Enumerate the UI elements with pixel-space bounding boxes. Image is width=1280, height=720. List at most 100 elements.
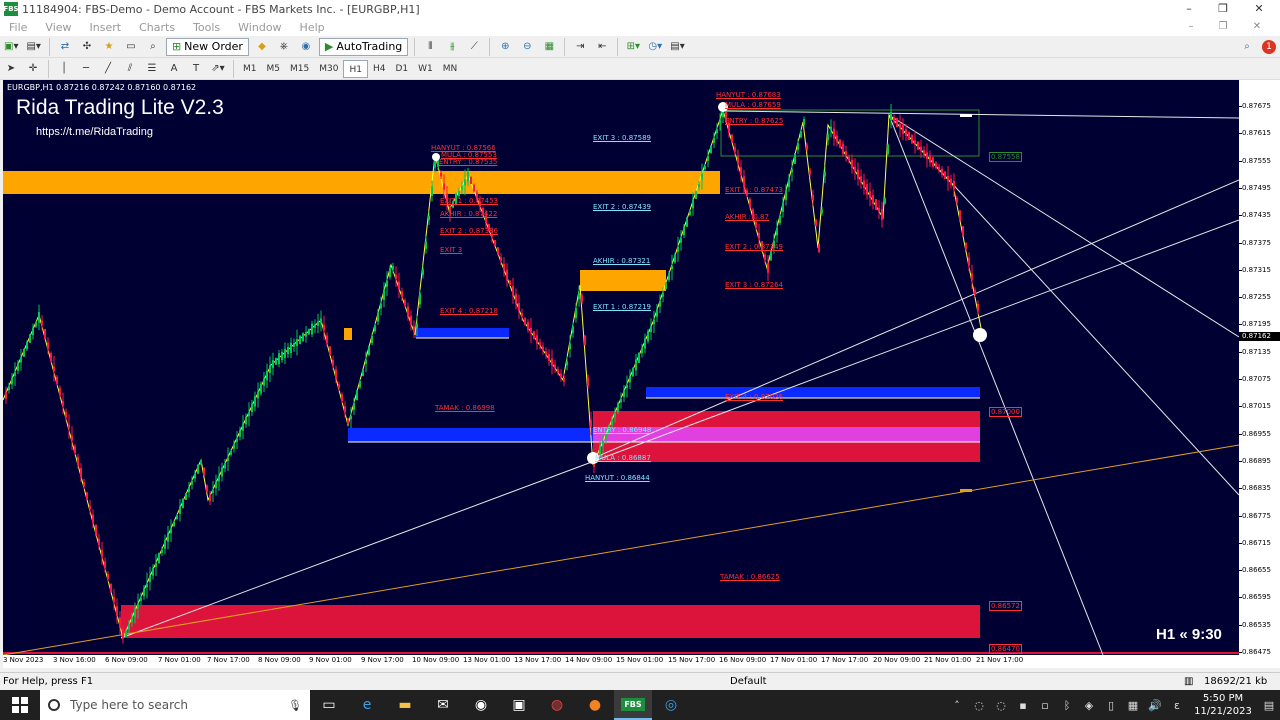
- indicators-icon[interactable]: ⊞▾: [624, 38, 642, 56]
- tf-m15[interactable]: M15: [285, 60, 314, 78]
- market-watch-icon[interactable]: ⇄: [56, 38, 74, 56]
- time-scale[interactable]: 3 Nov 2023 3 Nov 16:00 6 Nov 09:00 7 Nov 01…: [3, 655, 1239, 668]
- zoom-in-icon[interactable]: ⊕: [496, 38, 514, 56]
- price-scale[interactable]: 0.87675 0.87615 0.87555 0.87495 0.87435 0.873…: [1239, 80, 1280, 668]
- other-app-icon[interactable]: ◎: [652, 690, 690, 720]
- tf-h4[interactable]: H4: [368, 60, 391, 78]
- candle-body: [5, 391, 7, 399]
- mdi-restore-icon[interactable]: ❐: [1212, 18, 1234, 36]
- battery-icon[interactable]: ▯: [1100, 699, 1122, 712]
- time-label: 13 Nov 01:00: [463, 656, 511, 664]
- edge-icon[interactable]: e: [348, 690, 386, 720]
- notifications-icon[interactable]: ▤: [1258, 699, 1280, 712]
- candle-body: [611, 419, 613, 426]
- text-icon[interactable]: A: [165, 60, 183, 78]
- channel-icon[interactable]: ⫽: [121, 60, 139, 78]
- menu-file[interactable]: File: [0, 21, 36, 34]
- ea-title: Rida Trading Lite V2.3: [16, 96, 224, 119]
- alerts-icon[interactable]: 1: [1260, 38, 1278, 56]
- line-chart-icon[interactable]: ⟋: [465, 38, 483, 56]
- candle-body: [767, 263, 769, 273]
- chart-canvas[interactable]: EURGBP,H1 0.87216 0.87242 0.87160 0.8716…: [3, 80, 1239, 668]
- periods-icon[interactable]: ◷▾: [646, 38, 664, 56]
- candle-body: [971, 273, 973, 281]
- orange-app-icon[interactable]: ●: [576, 690, 614, 720]
- tf-d1[interactable]: D1: [390, 60, 413, 78]
- time-label: 15 Nov 17:00: [668, 656, 716, 664]
- text-label-icon[interactable]: T: [187, 60, 205, 78]
- candle-body: [950, 178, 952, 185]
- microphone-icon[interactable]: 🎙: [288, 699, 302, 712]
- candle-body: [110, 583, 112, 593]
- cursor-icon[interactable]: ➤: [2, 60, 20, 78]
- clock-time: 5:50 PM: [1202, 693, 1244, 704]
- crosshair-icon[interactable]: ✛: [24, 60, 42, 78]
- search-icon[interactable]: ⌕: [1238, 38, 1256, 56]
- taskbar-search[interactable]: Type here to search 🎙: [40, 690, 310, 720]
- mdi-minimize-icon[interactable]: –: [1180, 18, 1202, 36]
- tf-w1[interactable]: W1: [413, 60, 438, 78]
- data-window-icon[interactable]: ✣: [78, 38, 96, 56]
- tray-chevron-icon[interactable]: ˄: [946, 699, 968, 712]
- windows-start-icon[interactable]: [0, 690, 40, 720]
- arrows-icon[interactable]: ⇗▾: [209, 60, 227, 78]
- tf-m5[interactable]: M5: [262, 60, 286, 78]
- autoscroll-icon[interactable]: ⇤: [593, 38, 611, 56]
- fbs-app-icon[interactable]: FBS: [614, 690, 652, 720]
- bluetooth-icon[interactable]: ᛒ: [1056, 699, 1078, 712]
- close-button[interactable]: ✕: [1242, 0, 1276, 18]
- menu-tools[interactable]: Tools: [184, 21, 229, 34]
- tf-mn[interactable]: MN: [438, 60, 463, 78]
- candle-body: [698, 184, 700, 188]
- task-view-icon[interactable]: ▭: [310, 690, 348, 720]
- new-chart-icon[interactable]: ▣ ▾: [2, 38, 20, 56]
- taskbar-clock[interactable]: 5:50 PM 11/21/2023: [1188, 692, 1258, 718]
- market-icon[interactable]: ◉: [297, 38, 315, 56]
- menu-window[interactable]: Window: [229, 21, 290, 34]
- profiles-icon[interactable]: ▤▾: [24, 38, 42, 56]
- tile-windows-icon[interactable]: ▦: [540, 38, 558, 56]
- autotrading-button[interactable]: ▶ AutoTrading: [318, 37, 409, 56]
- tf-h1[interactable]: H1: [343, 59, 368, 78]
- language-icon[interactable]: ɛ: [1166, 699, 1188, 712]
- maximize-button[interactable]: ❐: [1206, 0, 1240, 18]
- mail-icon[interactable]: ✉: [424, 690, 462, 720]
- vertical-line-icon[interactable]: │: [55, 60, 73, 78]
- tray-app-icon[interactable]: ◈: [1078, 699, 1100, 712]
- tester-icon[interactable]: ⌕: [144, 38, 162, 56]
- signals-icon[interactable]: ⎈: [275, 38, 293, 56]
- zoom-out-icon[interactable]: ⊖: [518, 38, 536, 56]
- mdi-close-icon[interactable]: ✕: [1246, 18, 1268, 36]
- store-icon[interactable]: ▣: [500, 690, 538, 720]
- chart-shift-icon[interactable]: ⇥: [571, 38, 589, 56]
- candle-body: [83, 482, 85, 487]
- volume-icon[interactable]: 🔊: [1144, 699, 1166, 712]
- chrome-icon[interactable]: ◍: [538, 690, 576, 720]
- horizontal-line-icon[interactable]: ─: [77, 60, 95, 78]
- tf-m30[interactable]: M30: [314, 60, 343, 78]
- menu-charts[interactable]: Charts: [130, 21, 184, 34]
- tray-app-icon[interactable]: ◌: [990, 699, 1012, 712]
- candlestick-icon[interactable]: ⫵: [443, 38, 461, 56]
- bar-chart-icon[interactable]: ⫴: [421, 38, 439, 56]
- terminal-icon[interactable]: ▭: [122, 38, 140, 56]
- fibonacci-icon[interactable]: ☰: [143, 60, 161, 78]
- tray-app-icon[interactable]: ▫: [1034, 699, 1056, 712]
- podcast-icon[interactable]: ◉: [462, 690, 500, 720]
- candle-body: [14, 372, 16, 376]
- minimize-button[interactable]: –: [1172, 0, 1206, 18]
- templates-icon[interactable]: ▤▾: [668, 38, 686, 56]
- metaeditor-icon[interactable]: ◆: [253, 38, 271, 56]
- menu-help[interactable]: Help: [291, 21, 334, 34]
- new-order-button[interactable]: ⊞ New Order: [165, 37, 249, 56]
- menu-view[interactable]: View: [36, 21, 80, 34]
- time-label: 14 Nov 09:00: [565, 656, 613, 664]
- tray-app-icon[interactable]: ▪: [1012, 699, 1034, 712]
- menu-insert[interactable]: Insert: [81, 21, 131, 34]
- trendline-icon[interactable]: ╱: [99, 60, 117, 78]
- file-explorer-icon[interactable]: ▬: [386, 690, 424, 720]
- tf-m1[interactable]: M1: [238, 60, 262, 78]
- tray-app-icon[interactable]: ◌: [968, 699, 990, 712]
- network-icon[interactable]: ▦: [1122, 699, 1144, 712]
- navigator-icon[interactable]: ★: [100, 38, 118, 56]
